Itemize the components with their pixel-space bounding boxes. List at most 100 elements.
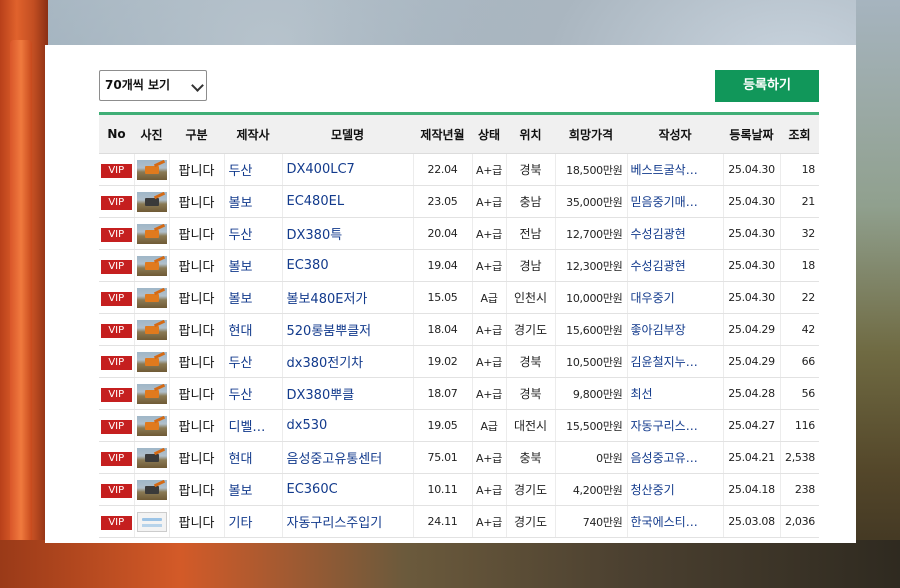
table-row[interactable]: VIP 팝니다 디벨… dx530 19.05 A급 대전시 15,500만원 자동구리스… 25…: [99, 409, 819, 442]
excavator-thumbnail-icon[interactable]: [136, 415, 167, 436]
views-cell: 66: [780, 345, 819, 378]
maker-cell[interactable]: 볼보: [224, 249, 283, 282]
maker-cell[interactable]: 현대: [224, 441, 283, 474]
excavator-thumbnail-icon[interactable]: [136, 159, 167, 180]
vip-badge-cell: VIP: [99, 249, 135, 282]
table-row[interactable]: VIP 팝니다 현대 음성중고유통센터 75.01 A+급 충북 0만원 음성중고유… 25.04…: [99, 441, 819, 474]
photo-cell[interactable]: [134, 377, 170, 410]
register-date-cell: 25.04.29: [723, 345, 781, 378]
views-cell: 42: [780, 313, 819, 346]
model-link[interactable]: DX400LC7: [282, 153, 414, 186]
chevron-down-icon: [191, 79, 204, 92]
writer-cell[interactable]: 김윤철지누…: [627, 345, 724, 378]
table-row[interactable]: VIP 팝니다 두산 dx380전기차 19.02 A+급 경북 10,500만원 김윤철지누……: [99, 345, 819, 378]
model-link[interactable]: EC480EL: [282, 185, 414, 218]
table-row[interactable]: VIP 팝니다 볼보 볼보480E저가 15.05 A급 인천시 10,000만원 대우중기 25…: [99, 281, 819, 314]
maker-cell[interactable]: 현대: [224, 313, 283, 346]
photo-cell[interactable]: [134, 473, 170, 506]
table-row[interactable]: VIP 팝니다 두산 DX380특 20.04 A+급 전남 12,700만원 수성김광현 25.…: [99, 217, 819, 250]
category-cell: 팝니다: [169, 313, 225, 346]
page-size-select[interactable]: 70개씩 보기: [99, 70, 207, 101]
location-cell: 대전시: [506, 409, 556, 442]
writer-cell[interactable]: 믿음중기매…: [627, 185, 724, 218]
model-link[interactable]: 음성중고유통센터: [282, 441, 414, 474]
listing-table-wrap: No 사진 구분 제작사 모델명 제작년월 상태 위치 희망가격 작성자 등록날짜 조회 VIP 팝니다…: [99, 112, 819, 538]
table-row[interactable]: VIP 팝니다 볼보 EC480EL 23.05 A+급 충남 35,000만원 믿음중기매… 2…: [99, 185, 819, 218]
maker-cell[interactable]: 두산: [224, 345, 283, 378]
photo-cell[interactable]: [134, 345, 170, 378]
maker-cell[interactable]: 디벨…: [224, 409, 283, 442]
writer-cell[interactable]: 음성중고유…: [627, 441, 724, 474]
vip-badge-cell: VIP: [99, 377, 135, 410]
register-date-cell: 25.04.18: [723, 473, 781, 506]
writer-cell[interactable]: 한국에스티…: [627, 505, 724, 538]
header-col-maker: 제작사: [224, 115, 282, 154]
writer-cell[interactable]: 청산중기: [627, 473, 724, 506]
model-link[interactable]: 볼보480E저가: [282, 281, 414, 314]
excavator-thumbnail-icon[interactable]: [136, 319, 167, 340]
writer-cell[interactable]: 수성김광현: [627, 217, 724, 250]
excavator-thumbnail-icon[interactable]: [136, 223, 167, 244]
location-cell: 충북: [506, 441, 556, 474]
excavator-thumbnail-icon[interactable]: [136, 255, 167, 276]
writer-cell[interactable]: 대우중기: [627, 281, 724, 314]
maker-cell[interactable]: 기타: [224, 505, 283, 538]
photo-cell[interactable]: [134, 249, 170, 282]
table-row[interactable]: VIP 팝니다 기타 자동구리스주입기 24.11 A+급 경기도 740만원 한국에스티… 25…: [99, 505, 819, 538]
writer-cell[interactable]: 최선: [627, 377, 724, 410]
maker-cell[interactable]: 두산: [224, 153, 283, 186]
header-col-made: 제작년월: [413, 115, 472, 154]
photo-cell[interactable]: [134, 313, 170, 346]
excavator-thumbnail-icon[interactable]: [136, 447, 167, 468]
writer-cell[interactable]: 베스트굴삭…: [627, 153, 724, 186]
category-cell: 팝니다: [169, 409, 225, 442]
table-row[interactable]: VIP 팝니다 볼보 EC360C 10.11 A+급 경기도 4,200만원 청산중기 25.0…: [99, 473, 819, 506]
vip-badge: VIP: [100, 163, 132, 178]
table-body: VIP 팝니다 두산 DX400LC7 22.04 A+급 경북 18,500만원 베스트굴삭……: [99, 153, 819, 538]
vip-badge: VIP: [100, 259, 132, 274]
excavator-thumbnail-icon[interactable]: [136, 383, 167, 404]
excavator-thumbnail-icon[interactable]: [136, 191, 167, 212]
model-link[interactable]: dx530: [282, 409, 414, 442]
model-link[interactable]: EC360C: [282, 473, 414, 506]
photo-cell[interactable]: [134, 281, 170, 314]
photo-cell[interactable]: [134, 217, 170, 250]
price-cell: 15,500만원: [555, 409, 628, 442]
photo-cell[interactable]: [134, 185, 170, 218]
price-cell: 740만원: [555, 505, 628, 538]
model-link[interactable]: DX380뿌클: [282, 377, 414, 410]
made-date-cell: 22.04: [413, 153, 473, 186]
excavator-thumbnail-icon[interactable]: [136, 351, 167, 372]
maker-cell[interactable]: 볼보: [224, 281, 283, 314]
table-row[interactable]: VIP 팝니다 두산 DX400LC7 22.04 A+급 경북 18,500만원 베스트굴삭……: [99, 153, 819, 186]
register-date-cell: 25.04.30: [723, 281, 781, 314]
table-row[interactable]: VIP 팝니다 두산 DX380뿌클 18.07 A+급 경북 9,800만원 최선 25.04.…: [99, 377, 819, 410]
vip-badge-cell: VIP: [99, 185, 135, 218]
excavator-thumbnail-icon[interactable]: [136, 511, 167, 532]
photo-cell[interactable]: [134, 409, 170, 442]
maker-cell[interactable]: 두산: [224, 377, 283, 410]
photo-cell[interactable]: [134, 441, 170, 474]
model-link[interactable]: 자동구리스주입기: [282, 505, 414, 538]
photo-cell[interactable]: [134, 153, 170, 186]
model-link[interactable]: EC380: [282, 249, 414, 282]
model-link[interactable]: 520롱붐뿌클저: [282, 313, 414, 346]
table-row[interactable]: VIP 팝니다 현대 520롱붐뿌클저 18.04 A+급 경기도 15,600만원 좋아김부장…: [99, 313, 819, 346]
maker-cell[interactable]: 두산: [224, 217, 283, 250]
model-link[interactable]: DX380특: [282, 217, 414, 250]
table-row[interactable]: VIP 팝니다 볼보 EC380 19.04 A+급 경남 12,300만원 수성김광현 25.0…: [99, 249, 819, 282]
writer-cell[interactable]: 좋아김부장: [627, 313, 724, 346]
photo-cell[interactable]: [134, 505, 170, 538]
writer-cell[interactable]: 수성김광현: [627, 249, 724, 282]
excavator-thumbnail-icon[interactable]: [136, 479, 167, 500]
register-button[interactable]: 등록하기: [715, 70, 819, 102]
header-col-location: 위치: [506, 115, 555, 154]
maker-cell[interactable]: 볼보: [224, 473, 283, 506]
vip-badge: VIP: [100, 227, 132, 242]
writer-cell[interactable]: 자동구리스…: [627, 409, 724, 442]
vip-badge-cell: VIP: [99, 505, 135, 538]
excavator-thumbnail-icon[interactable]: [136, 287, 167, 308]
model-link[interactable]: dx380전기차: [282, 345, 414, 378]
maker-cell[interactable]: 볼보: [224, 185, 283, 218]
condition-cell: A+급: [472, 313, 507, 346]
